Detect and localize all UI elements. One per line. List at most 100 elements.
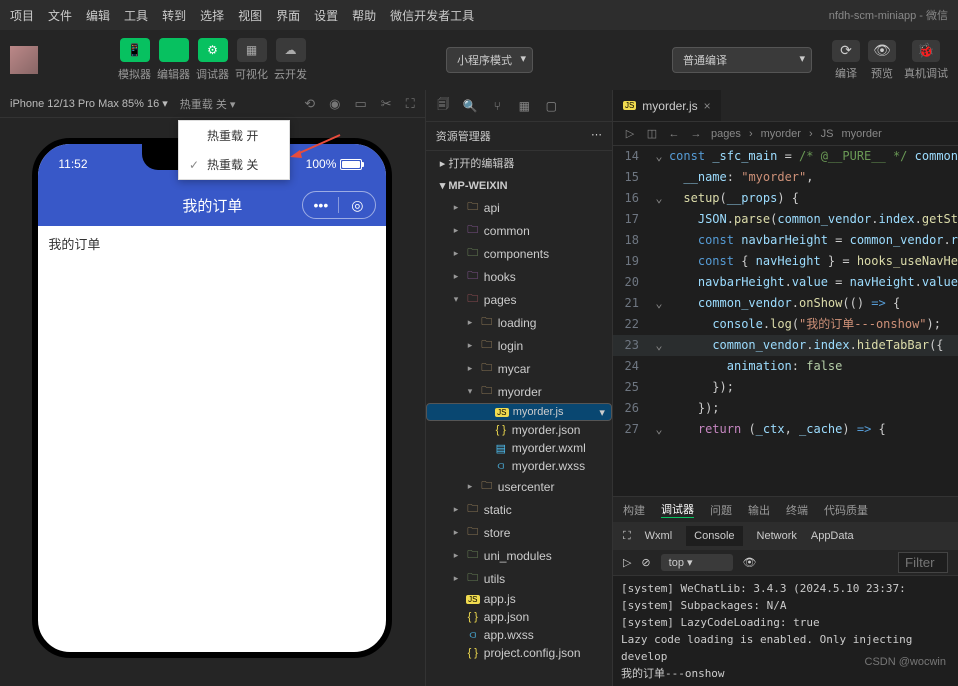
menu-编辑[interactable]: 编辑 <box>86 7 110 24</box>
node-app.json[interactable]: { }app.json <box>426 608 612 626</box>
rtool-预览[interactable]: 👁预览 <box>868 40 896 81</box>
capsule[interactable]: •••◎ <box>302 191 376 219</box>
tool-调试器[interactable]: ⚙调试器 <box>196 38 229 82</box>
menu-微信开发者工具[interactable]: 微信开发者工具 <box>390 7 474 24</box>
dd-close[interactable]: ✓热重载 关 <box>179 150 289 179</box>
more-icon[interactable]: ⋯ <box>591 128 602 144</box>
eye-icon[interactable]: 👁 <box>743 556 757 569</box>
run-icon[interactable]: ▷ <box>623 127 637 140</box>
menu-帮助[interactable]: 帮助 <box>352 7 376 24</box>
btab-调试器[interactable]: 调试器 <box>661 501 694 518</box>
opened-editors[interactable]: ▸ 打开的编辑器 <box>426 151 612 175</box>
menu-项目[interactable]: 项目 <box>10 7 34 24</box>
node-mycar[interactable]: ▸🗀mycar <box>426 357 612 380</box>
phone-icon[interactable]: ▭ <box>354 96 366 112</box>
bottom-tabs: 构建调试器问题输出终端代码质量 <box>613 496 958 522</box>
expand-icon[interactable]: ⛶ <box>406 96 415 112</box>
tab-wxml[interactable]: Wxml <box>645 530 673 542</box>
bookmark-icon[interactable]: ◫ <box>645 127 659 140</box>
box-tab-icon[interactable]: ▢ <box>544 99 559 113</box>
project-root[interactable]: ▾ MP-WEIXIN <box>426 175 612 196</box>
node-uni_modules[interactable]: ▸🗀uni_modules <box>426 544 612 567</box>
file-tree: ▸🗀api▸🗀common▸🗀components▸🗀hooks▾🗀pages▸… <box>426 196 612 686</box>
dbg-top: ⛶ Wxml Console Network AppData <box>613 522 958 550</box>
menu-选择[interactable]: 选择 <box>200 7 224 24</box>
tool-云开发[interactable]: ☁云开发 <box>274 38 307 82</box>
tab-appdata[interactable]: AppData <box>811 530 854 542</box>
file-tab-icon[interactable]: 🗐 <box>436 95 451 116</box>
node-api[interactable]: ▸🗀api <box>426 196 612 219</box>
back-icon[interactable]: ← <box>667 128 681 140</box>
node-myorder[interactable]: ▾🗀myorder <box>426 380 612 403</box>
search-tab-icon[interactable]: 🔍 <box>463 99 478 113</box>
btab-问题[interactable]: 问题 <box>710 502 732 518</box>
ext-tab-icon[interactable]: ▦ <box>517 99 532 113</box>
app-title: 我的订单 <box>182 195 242 216</box>
js-icon: JS <box>623 101 636 110</box>
menu-界面[interactable]: 界面 <box>276 7 300 24</box>
node-loading[interactable]: ▸🗀loading <box>426 311 612 334</box>
btab-代码质量[interactable]: 代码质量 <box>824 502 868 518</box>
phone-frame: 11:52 100% 我的订单 •••◎ 我的订单 <box>32 138 392 658</box>
tool-可视化[interactable]: ▦可视化 <box>235 38 268 82</box>
reload-select[interactable]: 热重载 关 ▾ <box>180 96 236 112</box>
body-text: 我的订单 <box>38 226 386 261</box>
tool-模拟器[interactable]: 📱模拟器 <box>118 38 151 82</box>
annotation-arrow <box>290 130 345 160</box>
node-utils[interactable]: ▸🗀utils <box>426 567 612 590</box>
tool-编辑器[interactable]: 编辑器 <box>157 38 190 82</box>
node-static[interactable]: ▸🗀static <box>426 498 612 521</box>
btab-输出[interactable]: 输出 <box>748 502 770 518</box>
filter-input[interactable] <box>898 552 948 573</box>
node-store[interactable]: ▸🗀store <box>426 521 612 544</box>
rtool-真机调试[interactable]: 🐞真机调试 <box>904 40 948 81</box>
context-select[interactable]: top ▾ <box>661 554 733 571</box>
menu-工具[interactable]: 工具 <box>124 7 148 24</box>
code-area: 14⌄const _sfc_main = /* @__PURE__ */ com… <box>613 146 958 496</box>
menu-转到[interactable]: 转到 <box>162 7 186 24</box>
circle-icon[interactable]: ◉ <box>329 96 340 112</box>
node-app.wxss[interactable]: ⫏app.wxss <box>426 626 612 644</box>
status-time: 11:52 <box>58 157 87 171</box>
btab-构建[interactable]: 构建 <box>623 502 645 518</box>
node-myorder.json[interactable]: { }myorder.json <box>426 421 612 439</box>
node-hooks[interactable]: ▸🗀hooks <box>426 265 612 288</box>
window-title: nfdh-scm-miniapp - 微信 <box>829 7 948 23</box>
tab-console[interactable]: Console <box>686 526 742 546</box>
editor-tab[interactable]: JS myorder.js × <box>613 90 721 121</box>
refresh-icon[interactable]: ⟲ <box>304 96 315 112</box>
dbg-menu-icon[interactable]: ⛶ <box>623 530 631 543</box>
node-components[interactable]: ▸🗀components <box>426 242 612 265</box>
tool-group: 📱模拟器编辑器⚙调试器▦可视化☁云开发 <box>118 38 307 82</box>
node-project.config.json[interactable]: { }project.config.json <box>426 644 612 662</box>
node-usercenter[interactable]: ▸🗀usercenter <box>426 475 612 498</box>
compile-select[interactable]: 普通编译 <box>672 47 812 73</box>
play-icon[interactable]: ▷ <box>623 556 631 569</box>
right-tools: ⟳编译 👁预览 🐞真机调试 <box>832 40 948 81</box>
node-app.js[interactable]: JSapp.js <box>426 590 612 608</box>
mode-select[interactable]: 小程序模式 <box>446 47 533 73</box>
menu-设置[interactable]: 设置 <box>314 7 338 24</box>
close-icon[interactable]: × <box>704 99 711 113</box>
tab-network[interactable]: Network <box>757 530 797 542</box>
node-pages[interactable]: ▾🗀pages <box>426 288 612 311</box>
avatar[interactable] <box>10 46 38 74</box>
dd-open[interactable]: 热重载 开 <box>179 121 289 150</box>
console-output: [system] WeChatLib: 3.4.3 (2024.5.10 23:… <box>613 576 958 686</box>
node-common[interactable]: ▸🗀common <box>426 219 612 242</box>
menu-文件[interactable]: 文件 <box>48 7 72 24</box>
menubar: 项目文件编辑工具转到选择视图界面设置帮助微信开发者工具 <box>10 7 474 24</box>
node-login[interactable]: ▸🗀login <box>426 334 612 357</box>
menu-视图[interactable]: 视图 <box>238 7 262 24</box>
branch-tab-icon[interactable]: ⑂ <box>490 99 505 113</box>
node-myorder.wxml[interactable]: ▤myorder.wxml <box>426 439 612 457</box>
clear-icon[interactable]: ⊘ <box>641 556 650 569</box>
cut-icon[interactable]: ✂ <box>381 96 392 112</box>
fwd-icon[interactable]: → <box>689 128 703 140</box>
rtool-编译[interactable]: ⟳编译 <box>832 40 860 81</box>
node-myorder.wxss[interactable]: ⫏myorder.wxss <box>426 457 612 475</box>
battery-icon <box>340 159 362 170</box>
device-select[interactable]: iPhone 12/13 Pro Max 85% 16 ▾ <box>10 97 168 110</box>
node-myorder.js[interactable]: JSmyorder.js <box>426 403 612 421</box>
btab-终端[interactable]: 终端 <box>786 502 808 518</box>
